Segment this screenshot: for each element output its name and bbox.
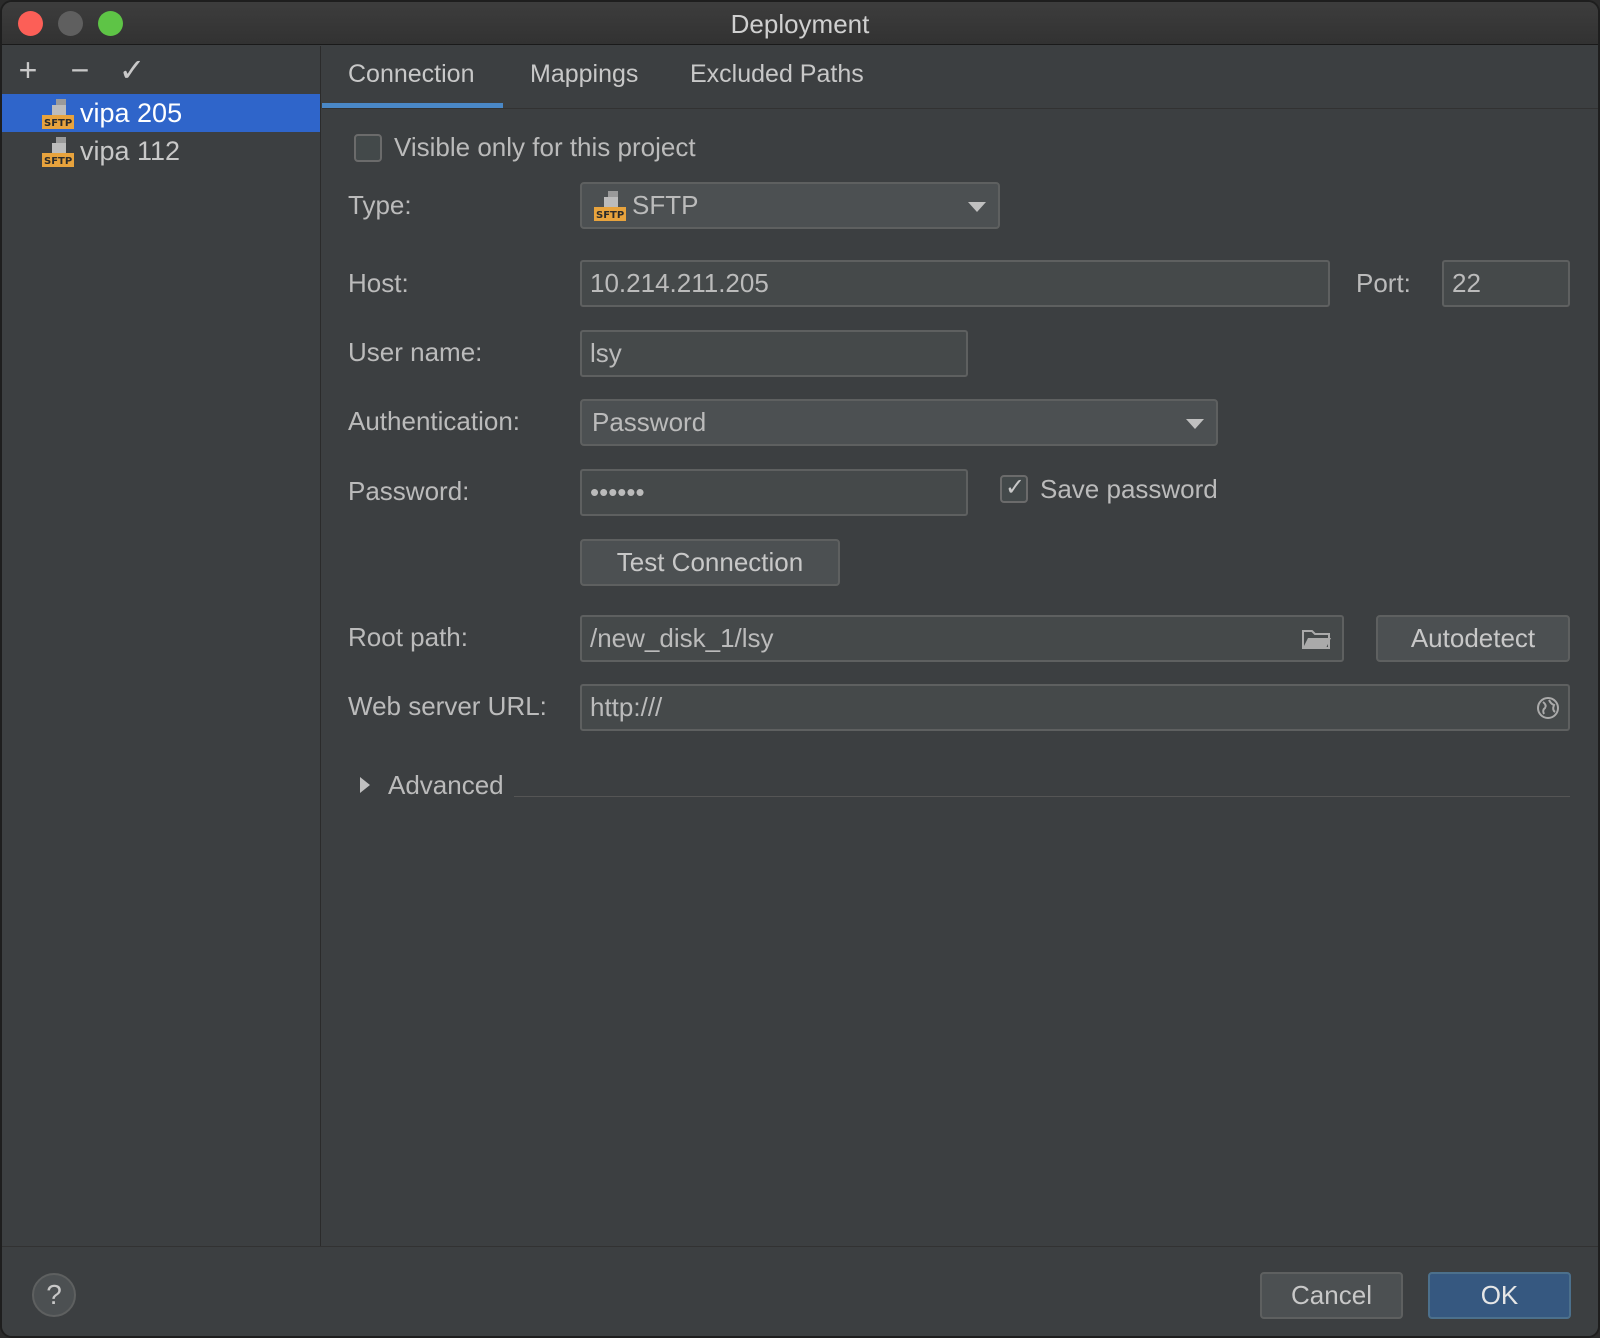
checkmark-icon: ✓: [118, 52, 146, 88]
port-label: Port:: [1356, 268, 1411, 298]
port-input[interactable]: 22: [1442, 260, 1570, 307]
type-value: SFTP: [632, 190, 699, 220]
tab-connection[interactable]: Connection: [348, 60, 474, 89]
sftp-icon: SFTP: [594, 191, 626, 221]
chevron-right-icon: [360, 777, 370, 793]
ok-button[interactable]: OK: [1428, 1272, 1571, 1319]
deployment-dialog: Deployment + − ✓ SFTP vipa 205 SFTP vipa: [0, 0, 1600, 1338]
sftp-server-icon: SFTP: [42, 99, 74, 129]
globe-icon[interactable]: [1536, 696, 1560, 720]
server-item-vipa-205[interactable]: SFTP vipa 205: [2, 94, 320, 132]
tab-mappings[interactable]: Mappings: [530, 60, 638, 89]
window-title: Deployment: [730, 9, 870, 39]
server-settings-panel: Connection Mappings Excluded Paths Visib…: [322, 46, 1598, 1246]
root-path-input[interactable]: /new_disk_1/lsy: [580, 615, 1344, 662]
add-server-button[interactable]: +: [12, 54, 44, 86]
active-tab-indicator: [322, 103, 503, 108]
svg-text:SFTP: SFTP: [44, 118, 72, 129]
authentication-label: Authentication:: [348, 406, 521, 436]
advanced-toggle[interactable]: Advanced: [356, 768, 536, 802]
web-server-url-input[interactable]: http:///: [580, 684, 1570, 731]
test-connection-button[interactable]: Test Connection: [580, 539, 840, 586]
remove-server-button[interactable]: −: [64, 54, 96, 86]
visible-only-checkbox[interactable]: [354, 134, 382, 162]
chevron-down-icon: [968, 202, 986, 212]
password-label: Password:: [348, 476, 470, 506]
settings-tabs: Connection Mappings Excluded Paths: [322, 46, 1598, 109]
web-server-url-value: http:///: [590, 692, 663, 722]
host-label: Host:: [348, 268, 409, 298]
host-input[interactable]: 10.214.211.205: [580, 260, 1330, 307]
server-item-vipa-112[interactable]: SFTP vipa 112: [2, 132, 320, 170]
root-path-value: /new_disk_1/lsy: [590, 623, 774, 653]
autodetect-button[interactable]: Autodetect: [1376, 615, 1570, 662]
plus-icon: +: [18, 52, 38, 88]
web-server-url-label: Web server URL:: [348, 691, 547, 721]
advanced-divider: [514, 796, 1570, 797]
server-list-panel: + − ✓ SFTP vipa 205 SFTP vipa 112: [2, 46, 321, 1246]
cancel-button[interactable]: Cancel: [1260, 1272, 1403, 1319]
minus-icon: −: [70, 52, 90, 88]
title-bar: Deployment: [2, 2, 1598, 45]
visible-only-label: Visible only for this project: [394, 132, 696, 162]
username-input[interactable]: lsy: [580, 330, 968, 377]
sftp-server-icon: SFTP: [42, 137, 74, 167]
folder-icon[interactable]: [1302, 628, 1332, 650]
set-default-server-button[interactable]: ✓: [116, 54, 148, 86]
advanced-label: Advanced: [388, 770, 504, 800]
password-input[interactable]: ••••••: [580, 469, 968, 516]
authentication-dropdown[interactable]: Password: [580, 399, 1218, 446]
chevron-down-icon: [1186, 419, 1204, 429]
dialog-footer: ? Cancel OK: [2, 1246, 1598, 1336]
save-password-checkbox[interactable]: ✓: [1000, 474, 1028, 503]
save-password-label: Save password: [1040, 474, 1218, 504]
help-button[interactable]: ?: [32, 1273, 76, 1317]
svg-text:SFTP: SFTP: [44, 156, 72, 167]
checkmark-icon: ✓: [1005, 474, 1026, 501]
svg-text:SFTP: SFTP: [596, 210, 624, 221]
server-list-toolbar: + − ✓: [2, 46, 320, 94]
type-dropdown[interactable]: SFTP SFTP: [580, 182, 1000, 229]
tab-excluded-paths[interactable]: Excluded Paths: [690, 60, 864, 89]
server-name: vipa 112: [80, 136, 181, 166]
server-name: vipa 205: [80, 98, 183, 128]
type-label: Type:: [348, 190, 412, 220]
authentication-value: Password: [592, 407, 707, 437]
username-label: User name:: [348, 337, 483, 367]
root-path-label: Root path:: [348, 622, 468, 652]
